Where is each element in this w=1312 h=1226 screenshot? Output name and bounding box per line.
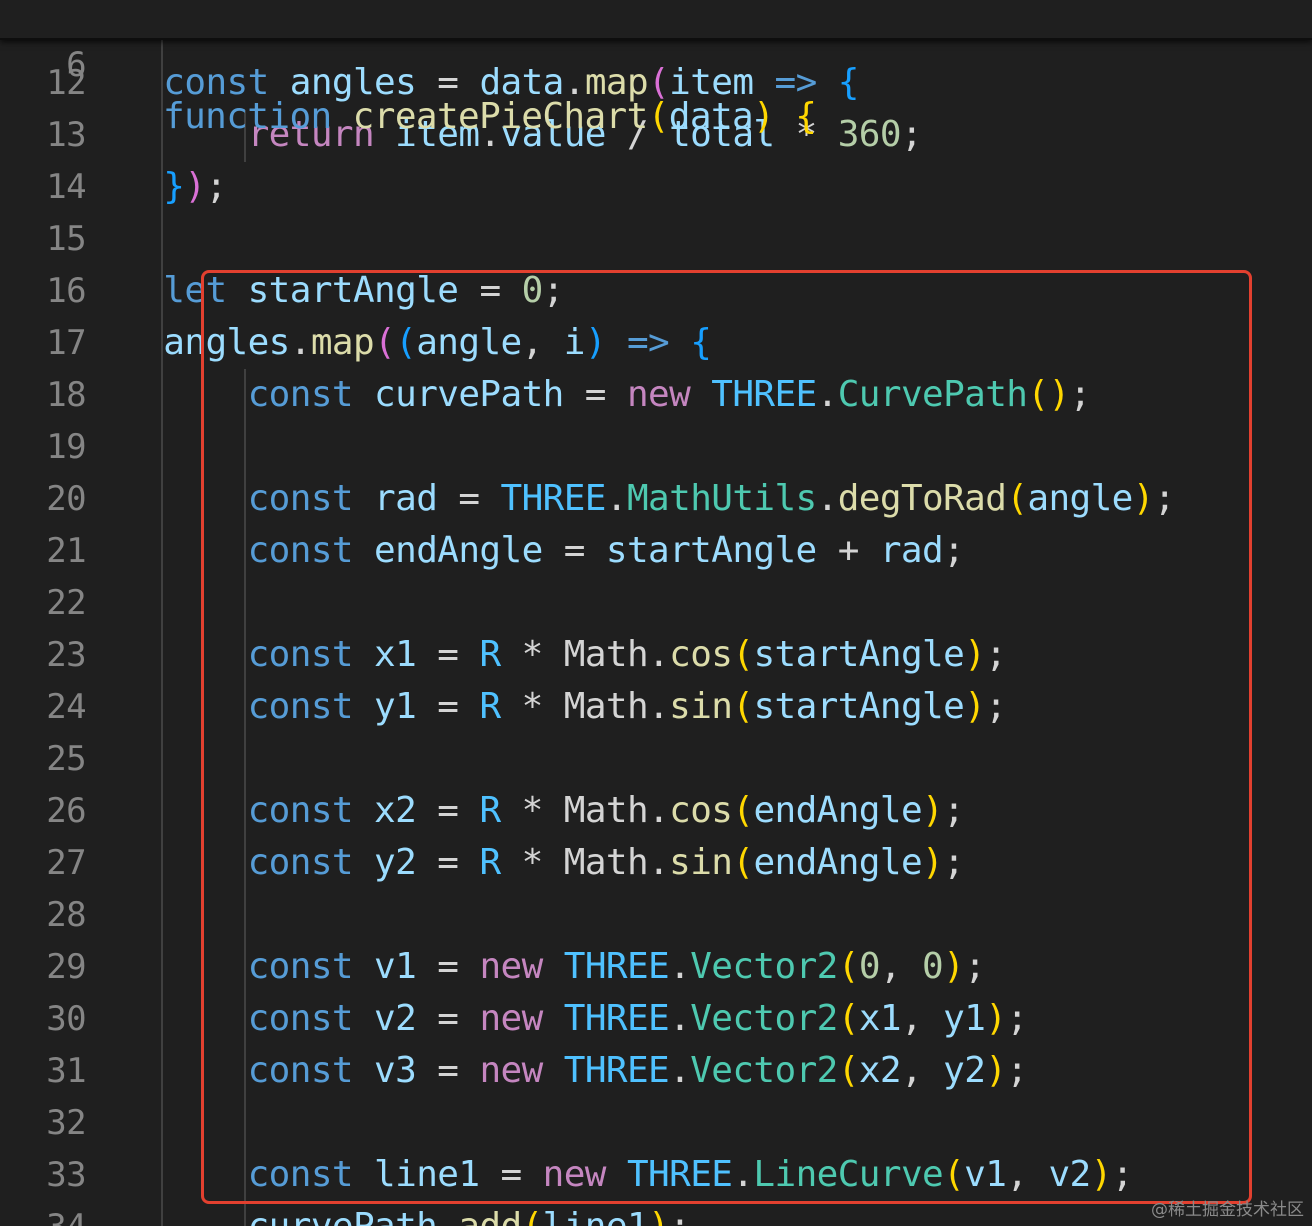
code-line[interactable]: 34 curvePath.add(line1); — [0, 1201, 1312, 1226]
line-number: 29 — [46, 947, 86, 987]
line-number: 21 — [46, 531, 86, 571]
line-number: 31 — [46, 1051, 86, 1091]
line-number: 32 — [46, 1103, 86, 1143]
watermark: @稀土掘金技术社区 — [1151, 1200, 1304, 1220]
line-code: curvePath.add(line1); — [79, 1201, 691, 1226]
line-number: 24 — [46, 687, 86, 727]
line-number: 26 — [46, 791, 86, 831]
line-number: 33 — [46, 1155, 86, 1195]
line-number: 30 — [46, 999, 86, 1039]
line-number: 17 — [46, 323, 86, 363]
line-number: 19 — [46, 427, 86, 467]
code-line[interactable]: 14 }); — [0, 161, 1312, 213]
line-number: 28 — [46, 895, 86, 935]
sticky-scroll-header[interactable]: 6 function createPieChart(data) { — [0, 0, 1312, 137]
sticky-line-code: function createPieChart(data) { — [163, 96, 817, 137]
line-number: 18 — [46, 375, 86, 415]
line-number: 15 — [46, 219, 86, 259]
line-number: 34 — [0, 1201, 86, 1226]
line-number: 23 — [46, 635, 86, 675]
line-code: }); — [163, 166, 227, 207]
line-number: 6 — [66, 45, 86, 85]
indent-guide — [161, 40, 163, 1226]
line-number: 25 — [46, 739, 86, 779]
line-number: 27 — [46, 843, 86, 883]
sticky-line[interactable]: 6 function createPieChart(data) { — [0, 0, 1312, 137]
highlight-box — [201, 270, 1252, 1204]
line-number: 22 — [46, 583, 86, 623]
line-number: 20 — [46, 479, 86, 519]
code-editor[interactable]: 12 const angles = data.map(item => {13 r… — [0, 0, 1312, 1226]
code-line[interactable]: 15 — [0, 213, 1312, 265]
line-number: 16 — [46, 271, 86, 311]
